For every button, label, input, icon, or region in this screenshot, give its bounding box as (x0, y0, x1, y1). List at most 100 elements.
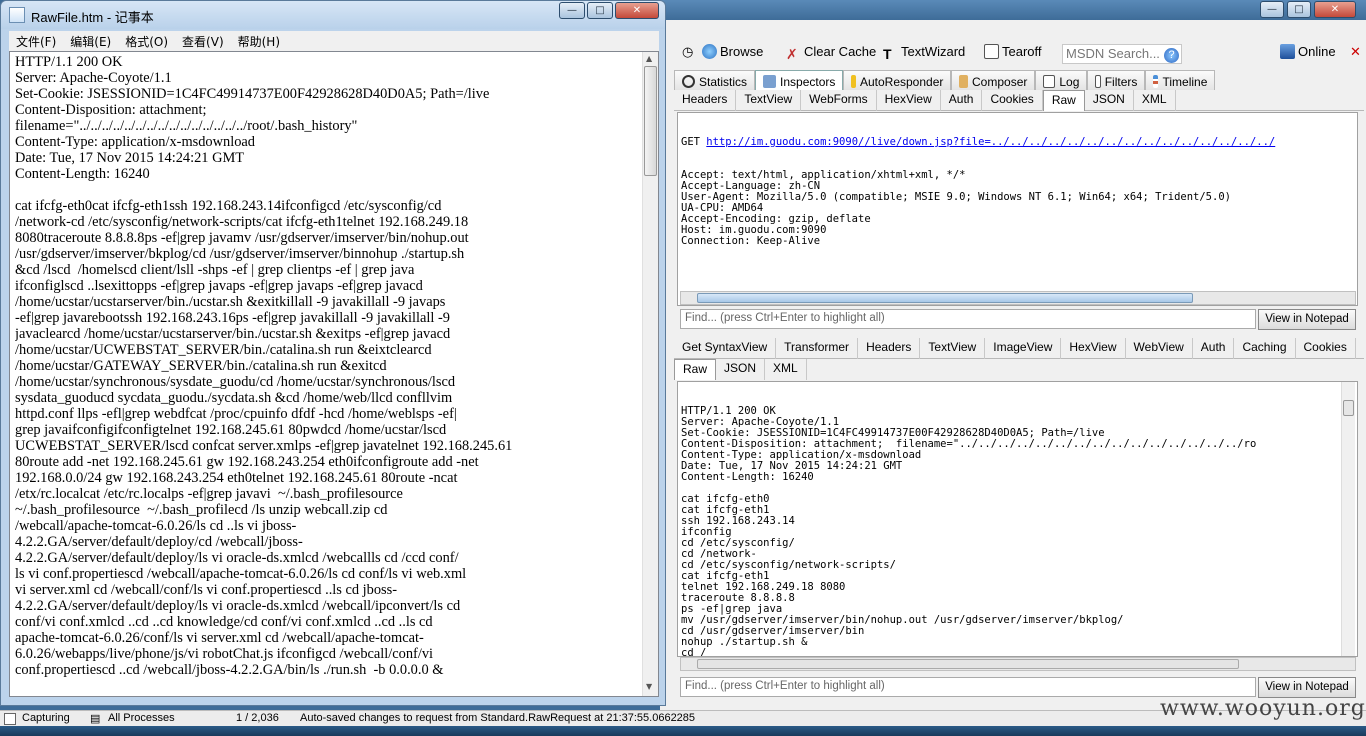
req-tab-raw[interactable]: Raw (1042, 90, 1085, 111)
response-line: cd /etc/sysconfig/network-scripts/ (681, 559, 896, 571)
help-icon[interactable]: ? (1164, 43, 1182, 63)
request-url-link[interactable]: http://im.guodu.com:9090//live/down.jsp?… (706, 136, 1275, 148)
main-tabs: Statistics Inspectors AutoResponder Comp… (674, 70, 1216, 90)
resp-tab-caching[interactable]: Caching (1234, 338, 1296, 359)
resp-tab-textview[interactable]: TextView (920, 338, 986, 359)
response-raw-pane[interactable]: HTTP/1.1 200 OK Server: Apache-Coyote/1.1… (677, 381, 1358, 657)
resp-tab-xml[interactable]: XML (765, 359, 807, 380)
response-line: nohup ./startup.sh & (681, 636, 808, 648)
notepad-text-line: UCWEBSTAT_SERVER/lscd confcat server.xml… (15, 438, 513, 454)
notepad-text-line: conf.propertiescd ..cd /webcall/jboss-4.… (15, 662, 444, 678)
req-tab-textview[interactable]: TextView (736, 90, 802, 111)
clear-cache-button[interactable]: ✗ Clear Cache (786, 44, 876, 62)
response-line: cat ifcfg-eth0 (681, 493, 770, 505)
response-hscrollbar[interactable] (680, 657, 1356, 671)
notepad-text-line: 4.2.2.GA/server/default/deploy/ls vi ora… (15, 598, 461, 614)
notepad-maximize-button[interactable]: □ (587, 2, 613, 19)
tab-timeline[interactable]: Timeline (1145, 70, 1216, 90)
resp-tab-json[interactable]: JSON (716, 359, 766, 380)
notepad-text-line: /etx/rc.localcat /etc/rc.localps -ef|gre… (15, 486, 403, 502)
resp-tab-webview[interactable]: WebView (1126, 338, 1193, 359)
fiddler-maximize-button[interactable]: □ (1287, 1, 1311, 18)
req-tab-webforms[interactable]: WebForms (801, 90, 877, 111)
checkbox-icon (1095, 75, 1101, 88)
fiddler-close-button[interactable]: ✕ (1314, 1, 1356, 18)
response-vscroll-thumb[interactable] (1343, 400, 1354, 416)
request-hscroll-thumb[interactable] (697, 293, 1193, 303)
menu-help[interactable]: 帮助(H) (231, 31, 287, 51)
watermark: www.wooyun.org (1160, 696, 1366, 721)
process-filter[interactable]: All Processes (108, 712, 175, 724)
request-headers: Accept: text/html, application/xhtml+xml… (681, 170, 1354, 247)
tab-autoresponder[interactable]: AutoResponder (843, 70, 952, 90)
tab-statistics[interactable]: Statistics (674, 70, 756, 90)
request-hscrollbar[interactable] (680, 291, 1356, 305)
timer-icon[interactable]: ◷ (682, 44, 693, 60)
textwizard-button[interactable]: T TextWizard (883, 44, 965, 62)
req-tab-json[interactable]: JSON (1085, 90, 1134, 111)
notepad-text-line: /network-cd /etc/sysconfig/network-scrip… (15, 214, 469, 230)
menu-edit[interactable]: 编辑(E) (63, 31, 118, 51)
menu-view[interactable]: 查看(V) (175, 31, 231, 51)
notepad-text-line: sysdata_guoducd sycdata_guodu./sycdata.s… (15, 390, 453, 406)
notepad-text-line: 6.0.26/webapps/live/phone/js/vi robotCha… (15, 646, 434, 662)
notepad-app-icon (9, 7, 25, 23)
response-view-in-notepad-button[interactable]: View in Notepad (1258, 677, 1356, 698)
notepad-text-line: /usr/gdserver/imserver/bkplog/cd /usr/gd… (15, 246, 465, 262)
notepad-text-line: 192.168.0.0/24 gw 192.168.243.254 eth0te… (15, 470, 458, 486)
process-filter-icon: ▤ (90, 713, 101, 725)
resp-tab-imageview[interactable]: ImageView (985, 338, 1062, 359)
request-raw-pane[interactable]: GET http://im.guodu.com:9090//live/down.… (677, 112, 1358, 306)
req-tab-xml[interactable]: XML (1134, 90, 1176, 111)
resp-tab-cookies[interactable]: Cookies (1296, 338, 1356, 359)
menu-format[interactable]: 格式(O) (118, 31, 175, 51)
capturing-toggle[interactable]: Capturing (22, 712, 70, 724)
notepad-text-line: Content-Type: application/x-msdownload (15, 134, 255, 150)
scroll-up-icon[interactable]: ▲ (646, 54, 652, 63)
tab-composer[interactable]: Composer (951, 70, 1036, 90)
notepad-minimize-button[interactable]: — (559, 2, 585, 19)
notepad-text-line: /home/ucstar/ucstarserver/bin./ucstar.sh… (15, 294, 446, 310)
session-count: 1 / 2,036 (236, 712, 279, 724)
resp-tab-raw[interactable]: Raw (674, 359, 717, 380)
tearoff-button[interactable]: Tearoff (984, 44, 1042, 59)
tab-filters[interactable]: Filters (1087, 70, 1146, 90)
notepad-text-line: grep javaifconfigifconfigtelnet 192.168.… (15, 422, 447, 438)
tab-log[interactable]: Log (1035, 70, 1088, 90)
notepad-text-area[interactable]: HTTP/1.1 200 OK Server: Apache-Coyote/1.1… (9, 51, 659, 697)
notepad-vscroll-thumb[interactable] (644, 66, 657, 176)
req-tab-headers[interactable]: Headers (674, 90, 737, 111)
resp-tab-auth[interactable]: Auth (1193, 338, 1235, 359)
notepad-vscrollbar[interactable]: ▲ ▼ (642, 52, 658, 696)
notepad-text-content[interactable]: HTTP/1.1 200 OK Server: Apache-Coyote/1.1… (15, 54, 640, 694)
resp-tab-transformer[interactable]: Transformer (776, 338, 859, 359)
req-tab-cookies[interactable]: Cookies (982, 90, 1043, 111)
fiddler-minimize-button[interactable]: — (1260, 1, 1284, 18)
response-subtabs: Raw JSON XML (674, 359, 874, 380)
scroll-down-icon[interactable]: ▼ (646, 682, 652, 691)
browse-button[interactable]: Browse (702, 44, 763, 59)
req-tab-hexview[interactable]: HexView (877, 90, 941, 111)
windows-taskbar (0, 726, 1366, 736)
response-vscrollbar[interactable] (1341, 382, 1355, 656)
notepad-text-line: 8080traceroute 8.8.8.8ps -ef|grep javamv… (15, 230, 469, 246)
response-hscroll-thumb[interactable] (697, 659, 1239, 669)
notepad-text-line: 4.2.2.GA/server/default/deploy/cd /webca… (15, 534, 303, 550)
response-line: cd / (681, 647, 707, 657)
notepad-close-button[interactable]: ✕ (615, 2, 659, 19)
menu-file[interactable]: 文件(F) (9, 31, 63, 51)
timeline-icon (1153, 75, 1159, 88)
notepad-text-line: ls vi conf.propertiescd /webcall/apache-… (15, 566, 467, 582)
close-toolbar-icon[interactable]: ✕ (1350, 44, 1361, 60)
resp-tab-hexview[interactable]: HexView (1061, 338, 1126, 359)
tab-inspectors[interactable]: Inspectors (755, 70, 844, 90)
notepad-window: RawFile.htm - 记事本 — □ ✕ 文件(F) 编辑(E) 格式(O… (0, 0, 666, 706)
request-view-in-notepad-button[interactable]: View in Notepad (1258, 309, 1356, 330)
resp-tab-headers[interactable]: Headers (858, 338, 921, 359)
req-tab-auth[interactable]: Auth (941, 90, 983, 111)
online-indicator[interactable]: Online (1280, 44, 1336, 59)
response-find-input[interactable]: Find... (press Ctrl+Enter to highlight a… (680, 677, 1256, 697)
notepad-text-line: -ef|grep javarebootssh 192.168.243.16ps … (15, 310, 450, 326)
request-find-input[interactable]: Find... (press Ctrl+Enter to highlight a… (680, 309, 1256, 329)
resp-tab-syntaxview[interactable]: Get SyntaxView (674, 338, 777, 359)
